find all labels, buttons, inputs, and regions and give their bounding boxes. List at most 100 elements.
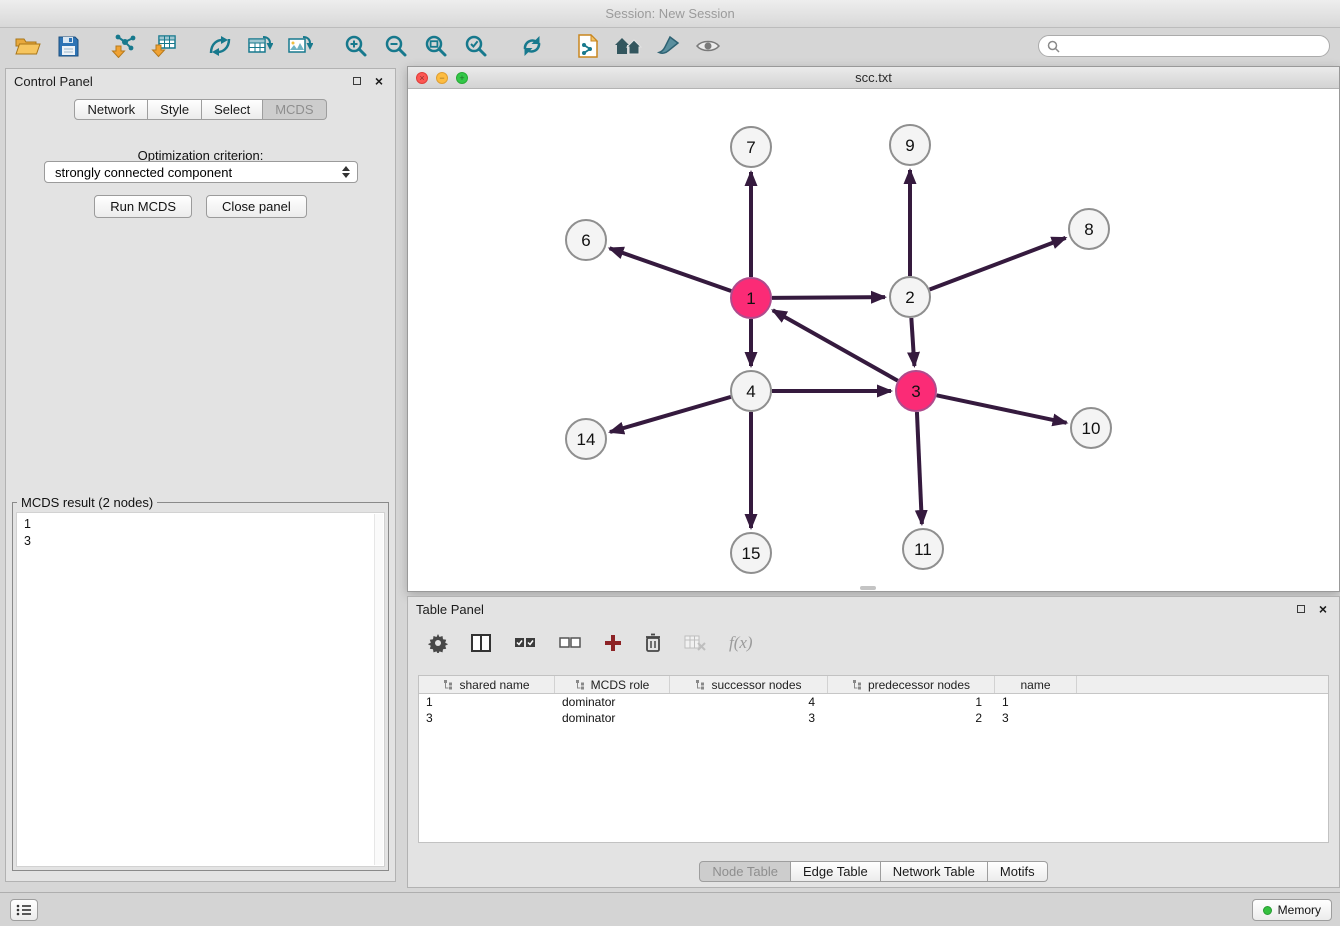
tab-motifs[interactable]: Motifs — [988, 861, 1048, 882]
import-table-button[interactable] — [146, 31, 182, 61]
graph-node-11[interactable]: 11 — [903, 529, 943, 569]
network-view-button[interactable] — [202, 31, 238, 61]
node-table: shared name MCDS role successor nodes pr… — [418, 675, 1329, 843]
close-window-button[interactable]: × — [416, 72, 428, 84]
mcds-result-text: 1 3 — [17, 513, 384, 553]
tab-select[interactable]: Select — [202, 99, 263, 120]
open-file-button[interactable] — [10, 31, 46, 61]
add-row-button[interactable] — [604, 634, 622, 652]
horizontal-scrollbar-thumb[interactable] — [860, 586, 876, 590]
graph-edge-1-6[interactable] — [610, 248, 732, 291]
table-row[interactable]: 1dominator411 — [419, 694, 1328, 710]
graph-node-8[interactable]: 8 — [1069, 209, 1109, 249]
control-panel-float-button[interactable] — [349, 73, 365, 89]
toolbar-separator — [554, 31, 566, 61]
graph-edge-2-3[interactable] — [911, 318, 914, 366]
tab-node-table[interactable]: Node Table — [699, 861, 791, 882]
select-all-button[interactable] — [514, 637, 536, 649]
memory-button[interactable]: Memory — [1252, 899, 1332, 921]
table-settings-button[interactable] — [428, 633, 448, 653]
graph-node-1[interactable]: 1 — [731, 278, 771, 318]
result-scrollbar[interactable] — [374, 514, 383, 865]
tab-mcds[interactable]: MCDS — [263, 99, 326, 120]
search-box[interactable] — [1038, 35, 1330, 57]
window-title: Session: New Session — [605, 6, 734, 21]
graph-node-6[interactable]: 6 — [566, 220, 606, 260]
table-panel-close-button[interactable]: × — [1315, 601, 1331, 617]
graph-edge-3-1[interactable] — [773, 310, 898, 380]
attribute-icon — [443, 679, 454, 690]
search-input[interactable] — [1065, 39, 1321, 53]
deselect-all-button[interactable] — [559, 637, 581, 649]
graph-node-4[interactable]: 4 — [731, 371, 771, 411]
float-icon — [353, 77, 361, 85]
graph-node-7[interactable]: 7 — [731, 127, 771, 167]
tab-network-table[interactable]: Network Table — [881, 861, 988, 882]
graph-edge-1-2[interactable] — [772, 297, 885, 298]
graph-node-9[interactable]: 9 — [890, 125, 930, 165]
save-session-button[interactable] — [50, 31, 86, 61]
column-label: shared name — [459, 678, 529, 692]
home-neighbors-icon — [614, 36, 642, 56]
eye-button[interactable] — [690, 31, 726, 61]
export-table-button[interactable] — [242, 31, 278, 61]
zoom-selected-button[interactable] — [458, 31, 494, 61]
function-builder-button[interactable]: f(x) — [729, 633, 753, 653]
close-icon: × — [375, 74, 383, 88]
task-history-button[interactable] — [10, 899, 38, 921]
columns-icon — [471, 634, 491, 652]
network-canvas[interactable]: 7 9 6 8 1 2 4 3 14 10 15 11 — [408, 89, 1339, 591]
graph-edge-4-14[interactable] — [610, 397, 731, 432]
table-cell: 2 — [828, 710, 995, 726]
import-network-button[interactable] — [106, 31, 142, 61]
graph-node-10[interactable]: 10 — [1071, 408, 1111, 448]
delete-table-button[interactable] — [684, 635, 706, 651]
export-image-button[interactable] — [282, 31, 318, 61]
graph-node-15[interactable]: 15 — [731, 533, 771, 573]
minimize-window-button[interactable]: − — [436, 72, 448, 84]
graph-edge-3-10[interactable] — [937, 395, 1067, 422]
refresh-button[interactable] — [514, 31, 550, 61]
control-panel-close-button[interactable]: × — [371, 73, 387, 89]
table-row[interactable]: 3dominator323 — [419, 710, 1328, 726]
home-neighbors-button[interactable] — [610, 31, 646, 61]
maximize-window-button[interactable]: + — [456, 72, 468, 84]
close-panel-button[interactable]: Close panel — [206, 195, 307, 218]
column-header-mcds-role[interactable]: MCDS role — [555, 676, 670, 693]
column-header-name[interactable]: name — [995, 676, 1077, 693]
graph-node-label: 9 — [905, 136, 914, 155]
graph-node-14[interactable]: 14 — [566, 419, 606, 459]
column-header-predecessor-nodes[interactable]: predecessor nodes — [828, 676, 995, 693]
style-brush-button[interactable] — [650, 31, 686, 61]
delete-row-button[interactable] — [645, 633, 661, 653]
graph-node-label: 1 — [746, 289, 755, 308]
table-cell: 1 — [828, 694, 995, 710]
run-mcds-button[interactable]: Run MCDS — [94, 195, 192, 218]
column-header-shared-name[interactable]: shared name — [419, 676, 555, 693]
float-icon — [1297, 605, 1305, 613]
show-columns-button[interactable] — [471, 634, 491, 652]
zoom-fit-button[interactable] — [418, 31, 454, 61]
table-cell: dominator — [555, 710, 670, 726]
close-icon: × — [1319, 602, 1327, 616]
criterion-dropdown[interactable]: strongly connected component — [44, 161, 358, 183]
network-window-title-bar: × − + scc.txt — [408, 67, 1339, 89]
graph-node-3[interactable]: 3 — [896, 371, 936, 411]
graph-edge-3-11[interactable] — [917, 412, 922, 524]
graph-edge-2-8[interactable] — [930, 238, 1066, 290]
column-header-successor-nodes[interactable]: successor nodes — [670, 676, 828, 693]
search-icon — [1047, 40, 1060, 53]
session-doc-button[interactable] — [570, 31, 606, 61]
table-panel-float-button[interactable] — [1293, 601, 1309, 617]
tab-network[interactable]: Network — [74, 99, 148, 120]
control-panel-tabs: Network Style Select MCDS — [6, 99, 395, 120]
table-panel-tabs: Node Table Edge Table Network Table Moti… — [408, 861, 1339, 882]
session-doc-icon — [577, 34, 599, 58]
graph-node-label: 7 — [746, 138, 755, 157]
zoom-in-button[interactable] — [338, 31, 374, 61]
graph-node-2[interactable]: 2 — [890, 277, 930, 317]
column-label: successor nodes — [711, 678, 801, 692]
tab-style[interactable]: Style — [148, 99, 202, 120]
zoom-out-button[interactable] — [378, 31, 414, 61]
tab-edge-table[interactable]: Edge Table — [791, 861, 881, 882]
